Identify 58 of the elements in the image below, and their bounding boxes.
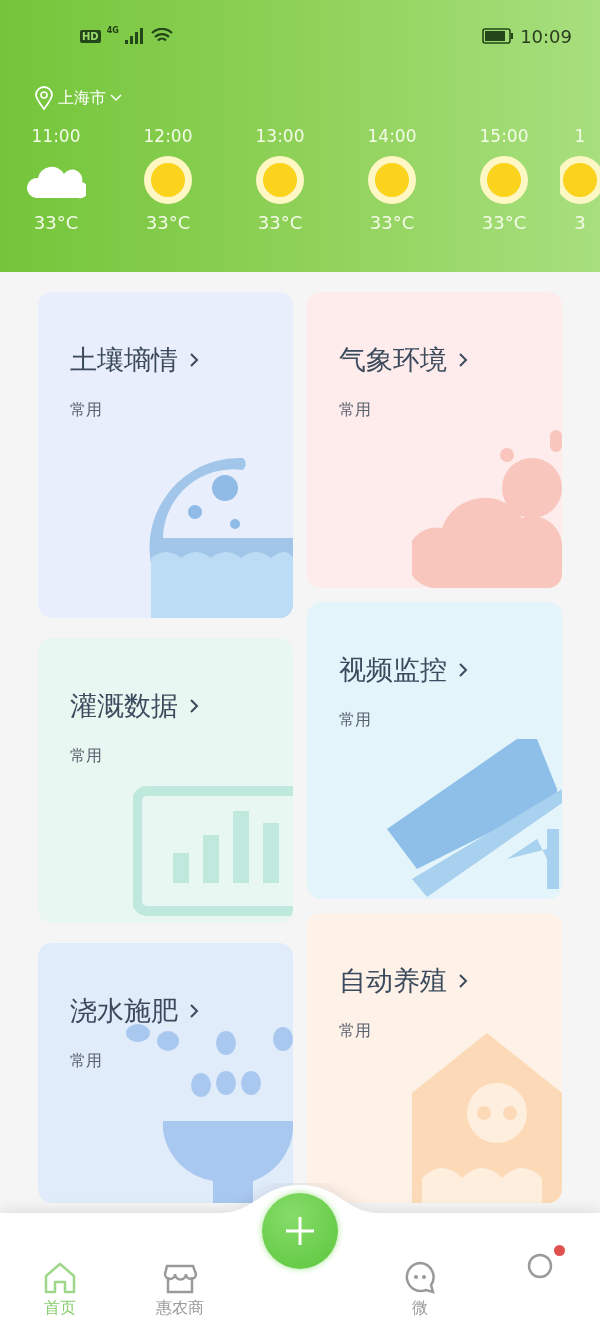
clock-time: 10:09 [520,25,572,47]
card-title: 灌溉数据 [70,689,178,723]
feature-card[interactable]: 灌溉数据 常用 [38,638,293,923]
chat-icon [403,1260,437,1294]
card-subtitle: 常用 [339,1021,371,1042]
card-title: 自动养殖 [339,964,447,998]
card-subtitle: 常用 [70,746,102,767]
shop-icon [163,1262,197,1294]
temperature-label: 33°C [369,212,415,233]
sun-icon [367,155,417,205]
signal-icon [124,28,145,44]
temperature-label: 33°C [33,212,79,233]
hour-label: 13:00 [255,126,305,148]
chart-bar [203,835,219,883]
card-title: 浇水施肥 [70,994,178,1028]
hour-label: 1 [574,126,586,148]
card-title: 土壤墒情 [70,343,178,377]
chevron-right-icon [459,974,468,988]
chevron-down-icon[interactable] [110,94,122,102]
home-icon [43,1262,77,1294]
sun-icon [479,155,529,205]
sun-icon [255,155,305,205]
notification-dot [554,1245,565,1256]
chevron-right-icon [459,353,468,367]
hour-label: 14:00 [367,126,417,148]
temperature-label: 33°C [257,212,303,233]
hour-label: 15:00 [479,126,529,148]
temperature-label: 3 [574,212,586,233]
chevron-right-icon [459,663,468,677]
feature-card[interactable]: 浇水施肥 常用 [38,943,293,1203]
feature-card[interactable]: 土壤墒情 常用 [38,292,293,618]
card-subtitle: 常用 [339,400,371,421]
temperature-label: 33°C [481,212,527,233]
hour-label: 11:00 [31,126,81,148]
feature-card[interactable]: 气象环境 常用 [307,292,562,588]
temperature-label: 33°C [145,212,191,233]
card-subtitle: 常用 [70,1051,102,1072]
card-subtitle: 常用 [70,400,102,421]
chevron-right-icon [190,699,199,713]
card-title: 气象环境 [339,343,447,377]
hd-icon: HD [80,29,101,43]
chevron-right-icon [190,353,199,367]
feature-card[interactable]: 自动养殖 常用 [307,913,562,1203]
wifi-icon [150,28,173,44]
sun-icon [143,155,193,205]
card-subtitle: 常用 [339,710,371,731]
plus-icon [285,1216,315,1246]
location-pin-icon [34,86,54,110]
card-title: 视频监控 [339,653,447,687]
chart-bar [233,811,249,883]
hour-label: 12:00 [143,126,193,148]
chart-bar [263,823,279,883]
chart-bar [173,853,189,883]
sun-icon [560,155,600,205]
feature-card[interactable]: 视频监控 常用 [307,602,562,899]
battery-icon [482,28,515,44]
network-label: 4G [106,26,119,35]
chevron-right-icon [190,1004,199,1018]
